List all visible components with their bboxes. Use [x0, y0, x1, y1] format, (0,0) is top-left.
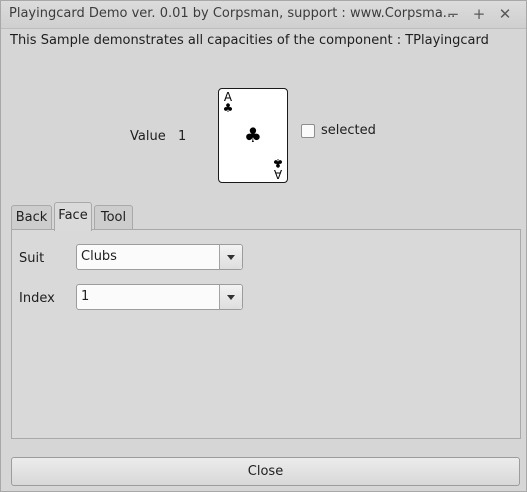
- title-bar[interactable]: Playingcard Demo ver. 0.01 by Corpsman, …: [1, 1, 526, 29]
- suit-label: Suit: [19, 251, 45, 266]
- close-icon[interactable]: ✕: [494, 4, 516, 24]
- club-icon: ♣: [222, 101, 234, 115]
- close-button[interactable]: Close: [11, 457, 520, 486]
- value-number: 1: [178, 129, 187, 144]
- club-icon: ♣: [272, 156, 284, 170]
- minimize-icon[interactable]: −: [442, 4, 464, 24]
- app-window: Playingcard Demo ver. 0.01 by Corpsman, …: [0, 0, 527, 492]
- chevron-down-icon: [227, 295, 235, 300]
- description-text: This Sample demonstrates all capacities …: [10, 33, 489, 48]
- index-combobox-value: 1: [81, 289, 90, 304]
- index-combobox[interactable]: 1: [76, 284, 243, 310]
- card-corner-bottom-right: A ♣: [271, 156, 285, 181]
- index-dropdown-button[interactable]: [219, 285, 242, 309]
- checkbox-box[interactable]: [301, 124, 315, 138]
- chevron-down-icon: [227, 255, 235, 260]
- tab-tool[interactable]: Tool: [94, 205, 133, 229]
- suit-combobox-value: Clubs: [81, 249, 117, 264]
- value-label: Value: [130, 129, 166, 144]
- suit-combobox[interactable]: Clubs: [76, 244, 243, 270]
- window-title: Playingcard Demo ver. 0.01 by Corpsman, …: [9, 6, 456, 21]
- suit-dropdown-button[interactable]: [219, 245, 242, 269]
- index-label: Index: [19, 291, 55, 306]
- card-corner-top-left: A ♣: [221, 91, 235, 115]
- club-icon: ♣: [244, 123, 262, 147]
- face-tab-panel: Suit Clubs Index 1: [11, 229, 521, 439]
- maximize-icon[interactable]: +: [468, 4, 490, 24]
- playing-card[interactable]: A ♣ ♣ A ♣: [218, 88, 288, 183]
- tab-back[interactable]: Back: [11, 205, 52, 229]
- checkbox-label[interactable]: selected: [321, 123, 376, 138]
- tab-face[interactable]: Face: [54, 202, 92, 231]
